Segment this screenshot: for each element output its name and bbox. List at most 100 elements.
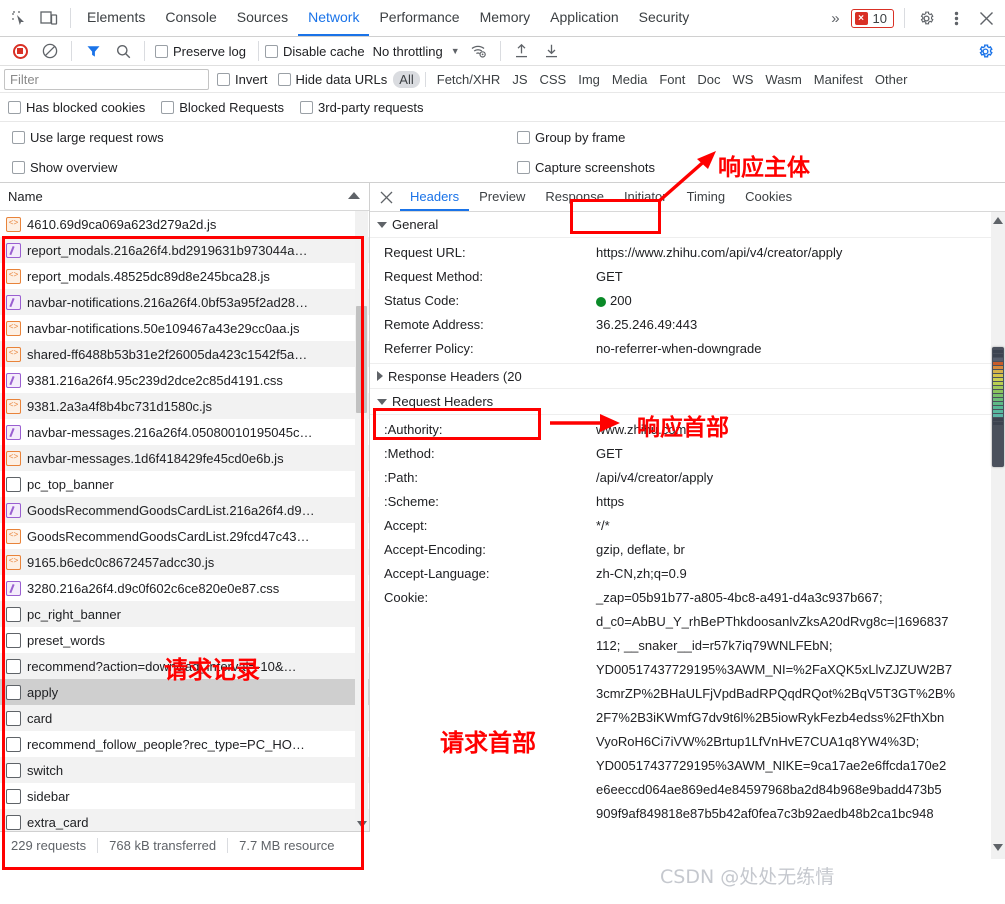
request-name-column-header[interactable]: Name: [0, 183, 369, 211]
document-file-icon: [6, 762, 21, 778]
tab-sources[interactable]: Sources: [227, 0, 298, 36]
request-row[interactable]: switch: [0, 757, 369, 783]
request-row[interactable]: card: [0, 705, 369, 731]
filter-type-media[interactable]: Media: [606, 71, 653, 88]
request-row[interactable]: pc_top_banner: [0, 471, 369, 497]
request-row[interactable]: <> 4610.69d9ca069a623d279a2d.js: [0, 211, 369, 237]
scrollbar-thumb[interactable]: [356, 306, 367, 413]
request-row[interactable]: <> navbar-messages.1d6f418429fe45cd0e6b.j…: [0, 445, 369, 471]
request-list-scrollbar[interactable]: [355, 211, 368, 832]
filter-type-css[interactable]: CSS: [534, 71, 573, 88]
request-row[interactable]: navbar-notifications.216a26f4.0bf53a95f2…: [0, 289, 369, 315]
filter-type-doc[interactable]: Doc: [691, 71, 726, 88]
general-section-header[interactable]: General: [370, 212, 1005, 238]
request-row[interactable]: <> report_modals.48525dc89d8e245bca28.js: [0, 263, 369, 289]
minimap-bar: [993, 354, 1003, 357]
third-party-requests-checkbox[interactable]: 3rd-party requests: [300, 100, 424, 115]
kebab-menu-icon[interactable]: [941, 4, 971, 32]
hide-data-urls-label: Hide data URLs: [295, 71, 388, 87]
detail-tab-preview[interactable]: Preview: [469, 183, 535, 211]
scroll-up-arrow-icon[interactable]: [348, 192, 360, 199]
hide-data-urls-checkbox[interactable]: Hide data URLs: [277, 71, 388, 87]
tab-security[interactable]: Security: [629, 0, 700, 36]
filter-type-all[interactable]: All: [393, 70, 420, 88]
network-settings-gear-icon[interactable]: [970, 37, 1000, 65]
request-row[interactable]: <> 9381.2a3a4f8b4bc731d1580c.js: [0, 393, 369, 419]
more-tabs-icon[interactable]: »: [824, 10, 846, 27]
has-blocked-cookies-label: Has blocked cookies: [26, 99, 146, 115]
request-header-value: GET: [596, 446, 623, 461]
detail-tab-timing[interactable]: Timing: [677, 183, 736, 211]
tab-console[interactable]: Console: [155, 0, 226, 36]
request-rows[interactable]: <> 4610.69d9ca069a623d279a2d.js report_mod…: [0, 211, 369, 832]
request-row[interactable]: apply: [0, 679, 369, 705]
inspect-element-icon[interactable]: [4, 4, 34, 32]
filter-type-other[interactable]: Other: [869, 71, 914, 88]
detail-tab-headers[interactable]: Headers: [400, 183, 470, 211]
error-count-badge[interactable]: × 10: [850, 8, 894, 28]
request-row[interactable]: recommend?action=down&ad_interval=-10&…: [0, 653, 369, 679]
tab-network[interactable]: Network: [298, 0, 370, 36]
request-row[interactable]: extra_card: [0, 809, 369, 832]
request-row[interactable]: <> GoodsRecommendGoodsCardList.29fcd47c43…: [0, 523, 369, 549]
request-row[interactable]: <> navbar-notifications.50e109467a43e29cc…: [0, 315, 369, 341]
close-icon[interactable]: [971, 4, 1001, 32]
invert-box: [217, 72, 230, 86]
request-row[interactable]: pc_right_banner: [0, 601, 369, 627]
request-row[interactable]: preset_words: [0, 627, 369, 653]
filter-type-manifest[interactable]: Manifest: [808, 71, 869, 88]
device-toolbar-icon[interactable]: [34, 4, 64, 32]
response-headers-section-header[interactable]: Response Headers (20: [370, 363, 1005, 389]
details-minimap[interactable]: [992, 347, 1004, 467]
filter-type-js[interactable]: JS: [506, 71, 533, 88]
filter-type-font[interactable]: Font: [653, 71, 691, 88]
filter-type-fetch-xhr[interactable]: Fetch/XHR: [431, 71, 507, 88]
throttling-select[interactable]: No throttling ▼: [373, 44, 460, 59]
tab-application[interactable]: Application: [540, 0, 629, 36]
record-stop-icon[interactable]: [5, 37, 35, 65]
search-icon[interactable]: [108, 37, 138, 65]
details-scrollbar[interactable]: [991, 212, 1005, 859]
request-row[interactable]: navbar-messages.216a26f4.05080010195045c…: [0, 419, 369, 445]
filter-input[interactable]: [4, 68, 209, 90]
show-overview-checkbox[interactable]: Show overview: [12, 160, 509, 175]
preserve-log-checkbox[interactable]: Preserve log: [155, 44, 246, 59]
scroll-down-arrow-icon[interactable]: [357, 821, 367, 828]
request-row[interactable]: recommend_follow_people?rec_type=PC_HO…: [0, 731, 369, 757]
filter-type-wasm[interactable]: Wasm: [759, 71, 807, 88]
filter-type-img[interactable]: Img: [572, 71, 606, 88]
use-large-request-rows-checkbox[interactable]: Use large request rows: [12, 130, 509, 145]
disable-cache-checkbox[interactable]: Disable cache: [264, 44, 365, 59]
export-har-icon[interactable]: [537, 37, 567, 65]
request-row[interactable]: report_modals.216a26f4.bd2919631b973044a…: [0, 237, 369, 263]
request-row[interactable]: <> 9165.b6edc0c8672457adcc30.js: [0, 549, 369, 575]
tab-memory[interactable]: Memory: [470, 0, 541, 36]
network-conditions-icon[interactable]: [464, 37, 494, 65]
request-row[interactable]: <> shared-ff6488b53b31e2f26005da423c1542f…: [0, 341, 369, 367]
request-headers-section-header[interactable]: Request Headers: [370, 389, 1005, 415]
request-row[interactable]: GoodsRecommendGoodsCardList.216a26f4.d9…: [0, 497, 369, 523]
blocked-requests-checkbox[interactable]: Blocked Requests: [161, 100, 284, 115]
tab-elements[interactable]: Elements: [77, 0, 155, 36]
request-row[interactable]: sidebar: [0, 783, 369, 809]
clear-icon[interactable]: [35, 37, 65, 65]
response-headers-label: Response Headers (20: [388, 368, 522, 384]
invert-checkbox[interactable]: Invert: [217, 72, 268, 87]
details-scroll-up-icon[interactable]: [993, 217, 1003, 224]
detail-tab-cookies[interactable]: Cookies: [735, 183, 802, 211]
detail-tab-response[interactable]: Response: [535, 183, 614, 211]
capture-screenshots-checkbox[interactable]: Capture screenshots: [517, 160, 655, 175]
request-row[interactable]: 9381.216a26f4.95c239d2dce2c85d4191.css: [0, 367, 369, 393]
details-scroll-down-icon[interactable]: [993, 844, 1003, 851]
import-har-icon[interactable]: [507, 37, 537, 65]
group-by-frame-checkbox[interactable]: Group by frame: [517, 130, 625, 145]
gear-icon[interactable]: [911, 4, 941, 32]
has-blocked-cookies-checkbox[interactable]: Has blocked cookies: [8, 100, 145, 115]
close-panel-icon[interactable]: [372, 183, 400, 211]
stylesheet-file-icon: [6, 242, 21, 258]
request-row[interactable]: 3280.216a26f4.d9c0f602c6ce820e0e87.css: [0, 575, 369, 601]
tab-performance[interactable]: Performance: [369, 0, 469, 36]
filter-funnel-icon[interactable]: [78, 37, 108, 65]
detail-tab-initiator[interactable]: Initiator: [614, 183, 677, 211]
filter-type-ws[interactable]: WS: [726, 71, 759, 88]
